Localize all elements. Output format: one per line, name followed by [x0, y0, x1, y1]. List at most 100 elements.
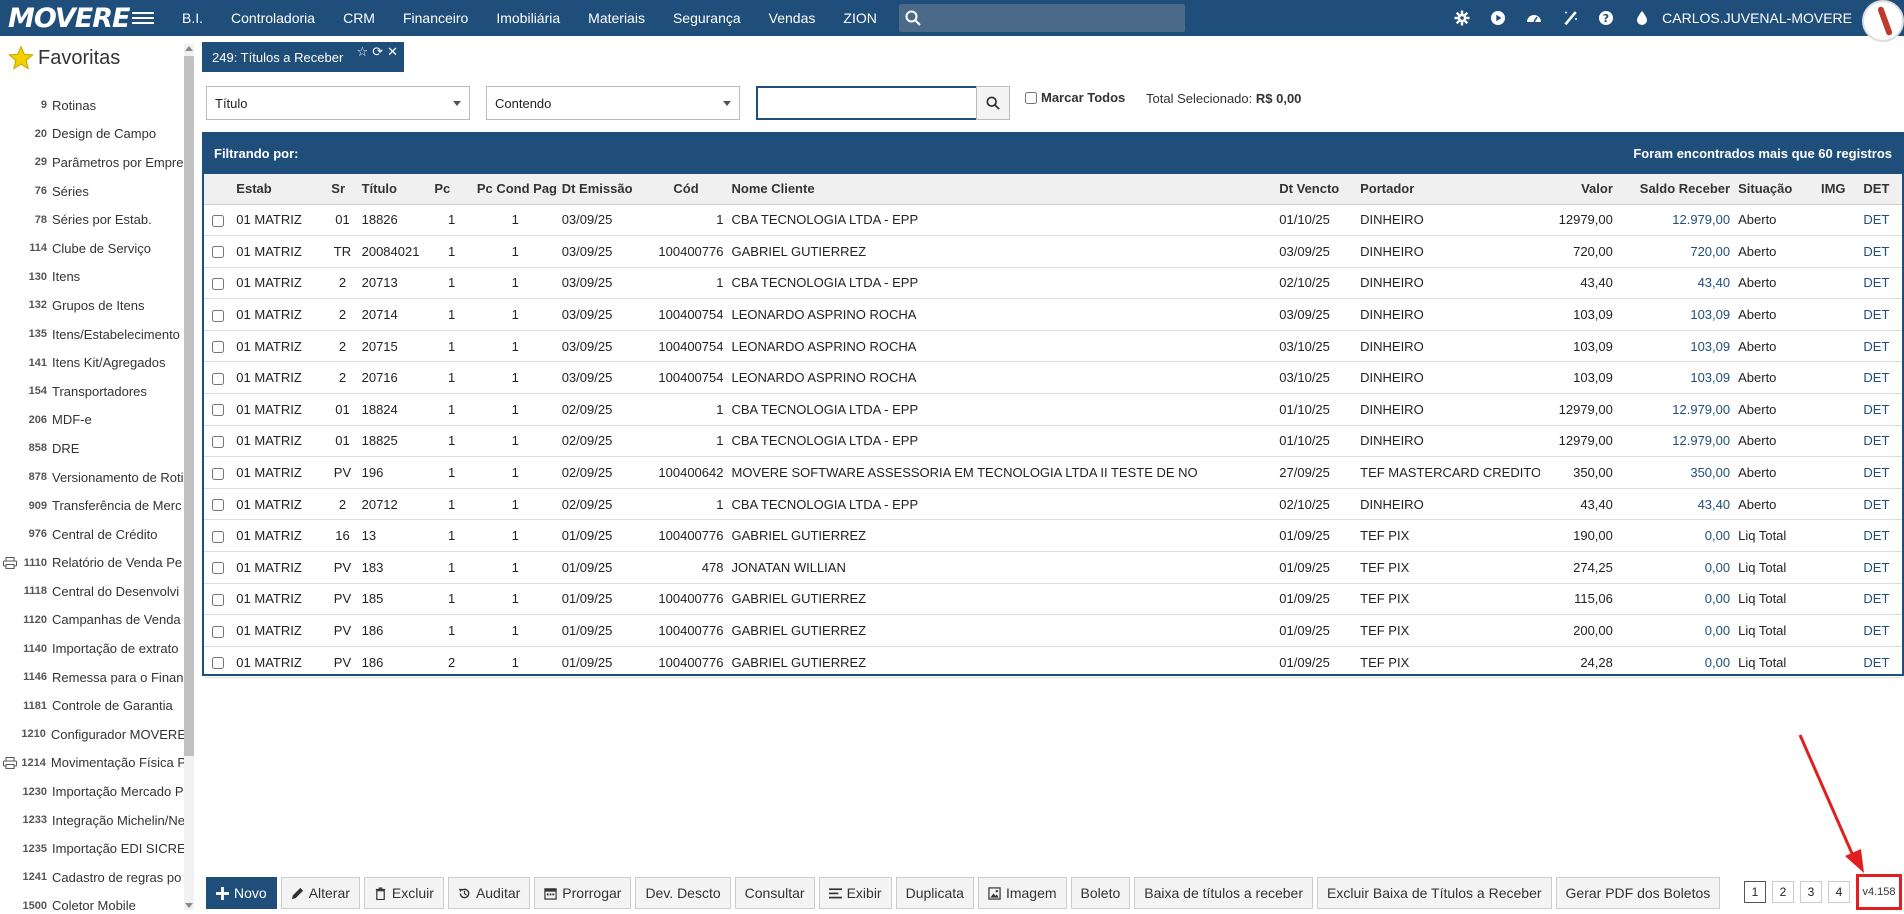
sidebar-item[interactable]: 1241 Cadastro de regras po — [0, 863, 186, 892]
sidebar-item[interactable]: 858 DRE — [0, 434, 186, 463]
menu-item-b-i[interactable]: B.I. — [168, 0, 217, 36]
sidebar-item[interactable]: 1214 Movimentação Física P — [0, 749, 186, 778]
sidebar-scrollbar[interactable] — [184, 44, 194, 910]
table-row[interactable]: 01 MATRIZ 2 20716 1 1 03/09/25 100400754 LEONAR… — [204, 361, 1902, 395]
row-checkbox[interactable] — [212, 246, 225, 259]
det-link[interactable]: DET — [1859, 298, 1902, 331]
consultar-button[interactable]: Consultar — [734, 877, 815, 909]
det-link[interactable]: DET — [1859, 267, 1902, 300]
row-checkbox[interactable] — [212, 657, 225, 670]
row-checkbox[interactable] — [212, 214, 225, 227]
column-header[interactable]: Valor — [1540, 174, 1617, 205]
table-row[interactable]: 01 MATRIZ 2 20713 1 1 03/09/25 1 CBA TECNOLOGIA… — [204, 267, 1902, 300]
sidebar-item[interactable]: 9 Rotinas — [0, 91, 186, 120]
row-checkbox[interactable] — [212, 625, 225, 638]
row-checkbox[interactable] — [212, 341, 225, 354]
global-search-input[interactable] — [920, 5, 1185, 31]
det-link[interactable]: DET — [1859, 204, 1902, 237]
table-row[interactable]: 01 MATRIZ 16 13 1 1 01/09/25 100400776 GABRIEL … — [204, 519, 1902, 553]
menu-item-materiais[interactable]: Materiais — [574, 0, 659, 36]
scroll-thumb[interactable] — [184, 56, 194, 756]
column-header[interactable]: Pc Cond Pag — [472, 174, 558, 205]
mark-all-input[interactable] — [1025, 91, 1037, 104]
scroll-down-arrow-icon[interactable] — [185, 903, 193, 908]
column-header[interactable]: Situação — [1734, 174, 1817, 205]
menu-item-seguran-a[interactable]: Segurança — [659, 0, 755, 36]
row-checkbox[interactable] — [212, 278, 225, 291]
column-header[interactable]: Cód — [644, 174, 728, 205]
sidebar-item[interactable]: 29 Parâmetros por Empre — [0, 148, 186, 177]
row-checkbox[interactable] — [212, 562, 225, 575]
close-icon[interactable]: ✕ — [387, 44, 398, 60]
filter-field-select[interactable]: Título — [206, 86, 470, 120]
table-row[interactable]: 01 MATRIZ 01 18824 1 1 02/09/25 1 CBA TECNOLOGI… — [204, 393, 1902, 426]
excluir-button[interactable]: Excluir — [363, 877, 444, 909]
det-link[interactable]: DET — [1859, 425, 1902, 458]
menu-item-crm[interactable]: CRM — [329, 0, 389, 36]
filter-operator-select[interactable]: Contendo — [486, 86, 740, 120]
row-checkbox[interactable] — [212, 530, 225, 543]
sidebar-item[interactable]: 1181 Controle de Garantia — [0, 691, 186, 720]
table-row[interactable]: 01 MATRIZ 2 20714 1 1 03/09/25 100400754 LEONAR… — [204, 298, 1902, 331]
det-link[interactable]: DET — [1859, 456, 1902, 489]
column-header[interactable]: Portador — [1356, 174, 1541, 205]
page-1-button[interactable]: 1 — [1744, 881, 1766, 903]
scroll-up-arrow-icon[interactable] — [185, 46, 193, 51]
row-checkbox[interactable] — [212, 467, 225, 480]
column-header[interactable]: Título — [357, 174, 431, 205]
excluir-baixa-de-titulos-a-receber-button[interactable]: Excluir Baixa de Títulos a Receber — [1317, 877, 1552, 909]
sidebar-item[interactable]: 1233 Integração Michelin/Ne — [0, 806, 186, 835]
det-link[interactable]: DET — [1859, 646, 1902, 679]
search-button[interactable] — [976, 86, 1010, 120]
table-row[interactable]: 01 MATRIZ PV 186 2 1 01/09/25 100400776 GABRIEL… — [204, 646, 1902, 679]
sidebar-item[interactable]: 1230 Importação Mercado P — [0, 777, 186, 806]
logo[interactable]: MOVERE — [0, 0, 130, 36]
sidebar-item[interactable]: 1120 Campanhas de Venda — [0, 606, 186, 635]
hamburger-menu-icon[interactable] — [132, 12, 154, 24]
row-checkbox[interactable] — [212, 499, 225, 512]
sidebar-item[interactable]: 909 Transferência de Merc — [0, 491, 186, 520]
sidebar-item[interactable]: 130 Itens — [0, 263, 186, 292]
magic-wand-icon[interactable] — [1552, 0, 1588, 36]
table-row[interactable]: 01 MATRIZ PV 196 1 1 02/09/25 100400642 MOVERE … — [204, 456, 1902, 489]
refresh-icon[interactable]: ⟳ — [372, 44, 383, 60]
table-row[interactable]: 01 MATRIZ PV 183 1 1 01/09/25 478 JONATAN WILLI… — [204, 551, 1902, 584]
dashboard-icon[interactable] — [1516, 0, 1552, 36]
column-header[interactable]: Pc — [430, 174, 473, 205]
imagem-button[interactable]: Imagem — [977, 877, 1067, 909]
filter-search-input[interactable] — [758, 88, 976, 118]
star-outline-icon[interactable]: ☆ — [357, 44, 369, 60]
det-link[interactable]: DET — [1859, 361, 1902, 395]
drop-icon[interactable] — [1624, 0, 1660, 36]
prorrogar-button[interactable]: Prorrogar — [534, 877, 632, 909]
det-link[interactable]: DET — [1859, 488, 1902, 521]
column-header[interactable]: Nome Cliente — [727, 174, 1276, 205]
table-row[interactable]: 01 MATRIZ PV 185 1 1 01/09/25 100400776 GABRIEL… — [204, 583, 1902, 616]
page-4-button[interactable]: 4 — [1828, 881, 1850, 903]
sidebar-item[interactable]: 114 Clube de Serviço — [0, 234, 186, 263]
dev-descto-button[interactable]: Dev. Descto — [635, 877, 731, 909]
column-header[interactable]: Dt Vencto — [1275, 174, 1357, 205]
sidebar-item[interactable]: 1146 Remessa para o Finan — [0, 663, 186, 692]
table-row[interactable]: 01 MATRIZ 2 20712 1 1 02/09/25 1 CBA TECNOLOGIA… — [204, 488, 1902, 521]
user-name[interactable]: CARLOS.JUVENAL-MOVERE — [1662, 10, 1852, 26]
sidebar-item[interactable]: 132 Grupos de Itens — [0, 291, 186, 320]
sidebar-item[interactable]: 1210 Configurador MOVERE — [0, 720, 186, 749]
column-header[interactable]: IMG — [1816, 174, 1860, 205]
help-icon[interactable]: ? — [1588, 0, 1624, 36]
menu-item-zion[interactable]: ZION — [829, 0, 890, 36]
alterar-button[interactable]: Alterar — [280, 877, 360, 909]
sidebar-item[interactable]: 1500 Coletor Mobile — [0, 892, 186, 914]
table-row[interactable]: 01 MATRIZ 2 20715 1 1 03/09/25 100400754 LEONAR… — [204, 330, 1902, 363]
det-link[interactable]: DET — [1859, 393, 1902, 426]
sidebar-item[interactable]: 1140 Importação de extrato — [0, 634, 186, 663]
det-link[interactable]: DET — [1859, 235, 1902, 268]
menu-item-financeiro[interactable]: Financeiro — [389, 0, 482, 36]
det-link[interactable]: DET — [1859, 614, 1902, 647]
avatar[interactable] — [1862, 0, 1904, 42]
column-header[interactable]: Dt Emissão — [557, 174, 645, 205]
boleto-button[interactable]: Boleto — [1070, 877, 1131, 909]
tab-titulos-a-receber[interactable]: 249: Títulos a Receber ☆ ⟳ ✕ — [202, 42, 404, 72]
exibir-button[interactable]: Exibir — [818, 877, 892, 909]
sidebar-item[interactable]: 1235 Importação EDI SICRE — [0, 834, 186, 863]
